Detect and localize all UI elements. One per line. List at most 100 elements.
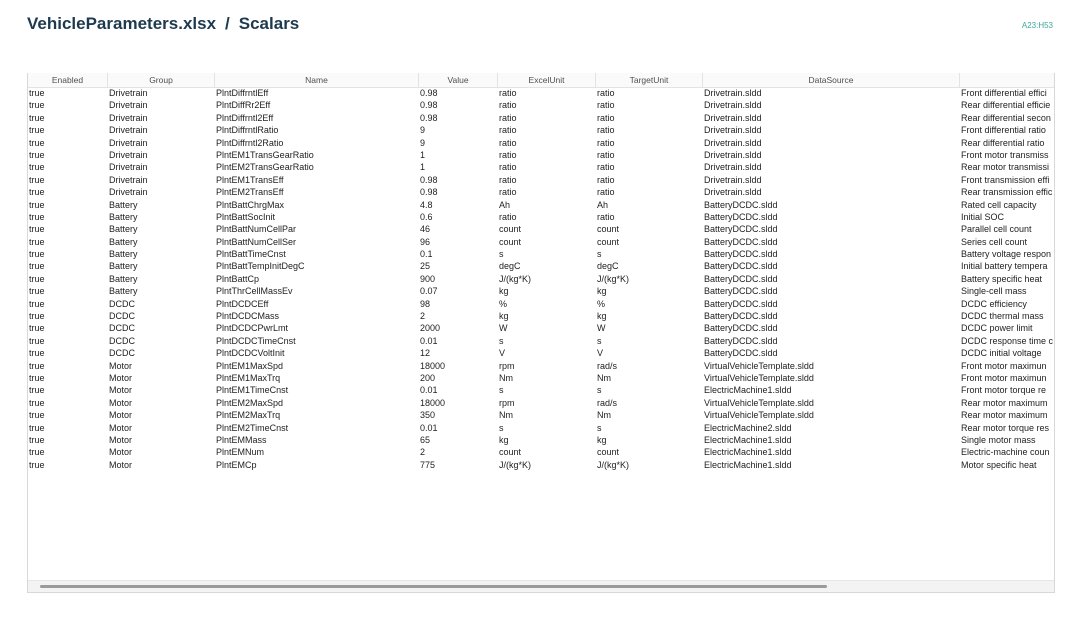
cell-enabled[interactable]: true <box>28 422 108 434</box>
cell-name[interactable]: PlntEM2MaxTrq <box>215 409 419 421</box>
cell-excelunit[interactable]: ratio <box>498 186 596 198</box>
data-grid[interactable]: Enabled Group Name Value ExcelUnit Targe… <box>27 73 1055 593</box>
cell-enabled[interactable]: true <box>28 446 108 458</box>
table-row[interactable]: true Battery PlntBattChrgMax 4.8 Ah Ah Battery… <box>28 199 1054 211</box>
cell-group[interactable]: Drivetrain <box>108 161 215 173</box>
cell-excelunit[interactable]: J/(kg*K) <box>498 273 596 285</box>
cell-description[interactable]: Rear differential efficie <box>960 99 1054 111</box>
cell-name[interactable]: PlntEMCp <box>215 459 419 471</box>
cell-excelunit[interactable]: s <box>498 335 596 347</box>
cell-targetunit[interactable]: ratio <box>596 124 703 136</box>
cell-group[interactable]: Motor <box>108 446 215 458</box>
cell-description[interactable]: DCDC power limit <box>960 322 1054 334</box>
cell-targetunit[interactable]: Nm <box>596 409 703 421</box>
cell-enabled[interactable]: true <box>28 99 108 111</box>
cell-value[interactable]: 0.1 <box>419 248 498 260</box>
cell-name[interactable]: PlntEM2TransEff <box>215 186 419 198</box>
cell-group[interactable]: Motor <box>108 434 215 446</box>
cell-description[interactable]: Rear motor maximum <box>960 409 1054 421</box>
cell-enabled[interactable]: true <box>28 322 108 334</box>
cell-value[interactable]: 2000 <box>419 322 498 334</box>
cell-description[interactable]: Front motor torque re <box>960 384 1054 396</box>
cell-value[interactable]: 1 <box>419 161 498 173</box>
table-row[interactable]: true Motor PlntEMMass 65 kg kg ElectricMachine… <box>28 434 1054 446</box>
cell-group[interactable]: DCDC <box>108 322 215 334</box>
cell-excelunit[interactable]: rpm <box>498 360 596 372</box>
cell-excelunit[interactable]: s <box>498 422 596 434</box>
cell-excelunit[interactable]: ratio <box>498 211 596 223</box>
column-header-datasource[interactable]: DataSource <box>703 73 960 87</box>
cell-value[interactable]: 0.98 <box>419 174 498 186</box>
cell-value[interactable]: 350 <box>419 409 498 421</box>
cell-name[interactable]: PlntThrCellMassEv <box>215 285 419 297</box>
cell-enabled[interactable]: true <box>28 273 108 285</box>
table-row[interactable]: true Motor PlntEMCp 775 J/(kg*K) J/(kg*K) Elec… <box>28 459 1054 471</box>
cell-datasource[interactable]: BatteryDCDC.sldd <box>703 335 960 347</box>
table-row[interactable]: true Motor PlntEM1TimeCnst 0.01 s s ElectricMa… <box>28 384 1054 396</box>
cell-enabled[interactable]: true <box>28 161 108 173</box>
cell-name[interactable]: PlntEM1MaxTrq <box>215 372 419 384</box>
cell-description[interactable]: Single-cell mass <box>960 285 1054 297</box>
column-header-targetunit[interactable]: TargetUnit <box>596 73 703 87</box>
cell-targetunit[interactable]: Ah <box>596 199 703 211</box>
cell-targetunit[interactable]: ratio <box>596 161 703 173</box>
cell-datasource[interactable]: BatteryDCDC.sldd <box>703 260 960 272</box>
cell-group[interactable]: Motor <box>108 397 215 409</box>
cell-targetunit[interactable]: degC <box>596 260 703 272</box>
table-row[interactable]: true Drivetrain PlntDiffrntl2Ratio 9 ratio ra… <box>28 137 1054 149</box>
cell-group[interactable]: Drivetrain <box>108 124 215 136</box>
cell-value[interactable]: 0.01 <box>419 422 498 434</box>
cell-enabled[interactable]: true <box>28 347 108 359</box>
cell-value[interactable]: 65 <box>419 434 498 446</box>
cell-value[interactable]: 18000 <box>419 360 498 372</box>
cell-datasource[interactable]: Drivetrain.sldd <box>703 149 960 161</box>
cell-description[interactable]: Rear motor maximum <box>960 397 1054 409</box>
cell-description[interactable]: Front motor transmiss <box>960 149 1054 161</box>
table-row[interactable]: true DCDC PlntDCDCMass 2 kg kg BatteryDCDC.sld… <box>28 310 1054 322</box>
cell-group[interactable]: Motor <box>108 372 215 384</box>
cell-enabled[interactable]: true <box>28 112 108 124</box>
cell-datasource[interactable]: Drivetrain.sldd <box>703 112 960 124</box>
cell-excelunit[interactable]: count <box>498 223 596 235</box>
table-row[interactable]: true Drivetrain PlntDiffrntl2Eff 0.98 ratio r… <box>28 112 1054 124</box>
cell-value[interactable]: 2 <box>419 310 498 322</box>
cell-value[interactable]: 0.07 <box>419 285 498 297</box>
cell-datasource[interactable]: Drivetrain.sldd <box>703 137 960 149</box>
cell-value[interactable]: 0.6 <box>419 211 498 223</box>
cell-datasource[interactable]: VirtualVehicleTemplate.sldd <box>703 409 960 421</box>
cell-enabled[interactable]: true <box>28 335 108 347</box>
cell-enabled[interactable]: true <box>28 87 108 99</box>
cell-enabled[interactable]: true <box>28 174 108 186</box>
table-row[interactable]: true Battery PlntBattNumCellSer 96 count coun… <box>28 236 1054 248</box>
table-row[interactable]: true Battery PlntThrCellMassEv 0.07 kg kg Batt… <box>28 285 1054 297</box>
table-row[interactable]: true Drivetrain PlntEM2TransEff 0.98 ratio ra… <box>28 186 1054 198</box>
cell-name[interactable]: PlntEMMass <box>215 434 419 446</box>
cell-targetunit[interactable]: count <box>596 236 703 248</box>
column-header-name[interactable]: Name <box>215 73 419 87</box>
table-row[interactable]: true Battery PlntBattTempInitDegC 25 degC deg… <box>28 260 1054 272</box>
cell-targetunit[interactable]: W <box>596 322 703 334</box>
cell-datasource[interactable]: VirtualVehicleTemplate.sldd <box>703 372 960 384</box>
cell-description[interactable]: Battery voltage respon <box>960 248 1054 260</box>
cell-excelunit[interactable]: s <box>498 248 596 260</box>
table-row[interactable]: true Motor PlntEM1MaxTrq 200 Nm Nm VirtualVehi… <box>28 372 1054 384</box>
cell-group[interactable]: Battery <box>108 223 215 235</box>
cell-excelunit[interactable]: ratio <box>498 161 596 173</box>
cell-datasource[interactable]: ElectricMachine1.sldd <box>703 446 960 458</box>
cell-group[interactable]: Drivetrain <box>108 149 215 161</box>
cell-targetunit[interactable]: ratio <box>596 87 703 99</box>
cell-group[interactable]: Motor <box>108 360 215 372</box>
cell-datasource[interactable]: Drivetrain.sldd <box>703 124 960 136</box>
cell-excelunit[interactable]: ratio <box>498 174 596 186</box>
cell-value[interactable]: 18000 <box>419 397 498 409</box>
cell-name[interactable]: PlntEM1MaxSpd <box>215 360 419 372</box>
cell-group[interactable]: Drivetrain <box>108 137 215 149</box>
cell-name[interactable]: PlntDCDCEff <box>215 298 419 310</box>
cell-name[interactable]: PlntEMNum <box>215 446 419 458</box>
cell-datasource[interactable]: ElectricMachine2.sldd <box>703 422 960 434</box>
cell-targetunit[interactable]: ratio <box>596 112 703 124</box>
cell-targetunit[interactable]: s <box>596 248 703 260</box>
table-row[interactable]: true Drivetrain PlntEM1TransGearRatio 1 rati… <box>28 149 1054 161</box>
cell-group[interactable]: DCDC <box>108 335 215 347</box>
cell-description[interactable]: Rear differential ratio <box>960 137 1054 149</box>
